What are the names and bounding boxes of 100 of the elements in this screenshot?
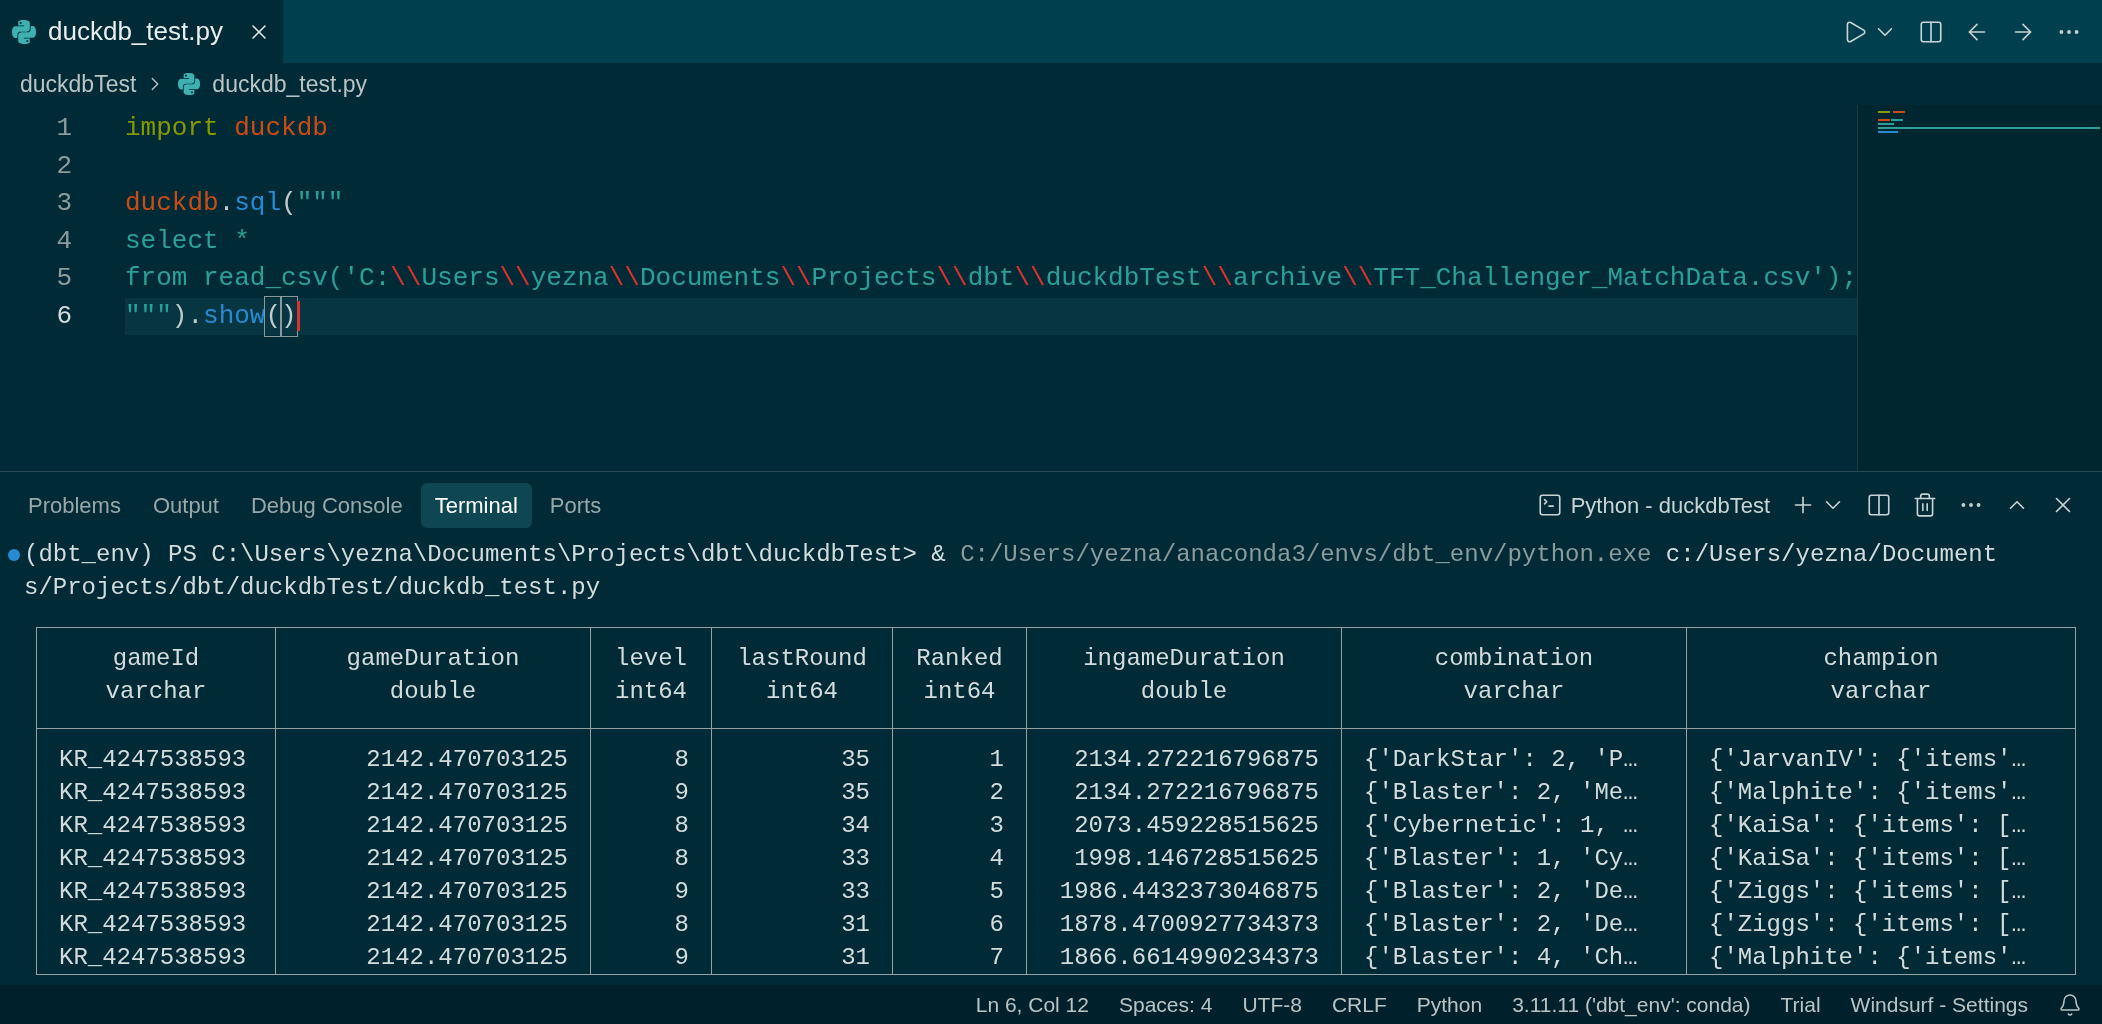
table-cell: 2142.470703125: [366, 778, 568, 806]
table-cell: 5: [989, 877, 1004, 905]
panel-tab[interactable]: Ports: [535, 482, 616, 528]
table-cell: KR_4247538593: [59, 811, 247, 839]
table-cell: {'Ziggs': {'items': […: [1709, 877, 2026, 905]
status-item[interactable]: Ln 6, Col 12: [975, 988, 1089, 1021]
table-cell: {'Blaster': 2, 'De…: [1364, 910, 1638, 938]
python-icon: [12, 19, 36, 44]
panel-tab[interactable]: Debug Console: [236, 482, 417, 528]
panel-tab[interactable]: Output: [138, 482, 233, 528]
table-cell: 1878.4700927734373: [1059, 910, 1319, 938]
table-cell: {'Blaster': 4, 'Ch…: [1364, 943, 1638, 971]
column-type: varchar: [104, 677, 208, 707]
table-cell: KR_4247538593: [59, 844, 247, 872]
table-cell: 8: [674, 910, 689, 938]
panel-tab[interactable]: Terminal: [420, 482, 532, 528]
status-item[interactable]: UTF-8: [1242, 988, 1302, 1021]
column-name: Ranked: [915, 644, 1004, 674]
table-cell: {'Malphite': {'items'…: [1709, 943, 2026, 971]
column-type: int64: [614, 677, 688, 707]
table-cell: 1: [989, 745, 1004, 773]
bell-icon[interactable]: [2058, 992, 2082, 1017]
column-name: champion: [1822, 644, 1940, 674]
table-cell: KR_4247538593: [59, 877, 247, 905]
table-cell: {'Blaster': 2, 'Me…: [1364, 778, 1638, 806]
column-name: lastRound: [736, 644, 868, 674]
column-type: int64: [922, 677, 997, 707]
code-line: import duckdb: [125, 112, 329, 146]
table-cell: 8: [674, 811, 689, 839]
table-cell: 2134.272216796875: [1074, 778, 1319, 806]
table-cell: KR_4247538593: [59, 778, 247, 806]
column-type: varchar: [1462, 677, 1566, 707]
table-cell: 1866.6614990234373: [1059, 943, 1319, 971]
column-type: varchar: [1829, 677, 1933, 707]
column-name: gameId: [111, 644, 201, 674]
table-cell: 7: [989, 943, 1004, 971]
split-terminal-icon[interactable]: [1866, 492, 1892, 518]
table-cell: {'JarvanIV': {'items'…: [1709, 745, 2026, 773]
status-item[interactable]: 3.11.11 ('dbt_env': conda): [1512, 988, 1751, 1021]
table-cell: 9: [674, 943, 689, 971]
status-item[interactable]: Trial: [1780, 988, 1821, 1021]
status-item[interactable]: Python: [1416, 988, 1483, 1021]
column-type: int64: [765, 677, 839, 707]
table-cell: 2142.470703125: [366, 877, 568, 905]
python-icon: [178, 73, 201, 95]
code-line: select *: [125, 224, 251, 258]
table-cell: {'KaiSa': {'items': […: [1709, 811, 2026, 839]
table-cell: {'Blaster': 1, 'Cy…: [1364, 844, 1638, 872]
table-cell: 33: [841, 877, 870, 905]
table-cell: 2134.272216796875: [1074, 745, 1319, 773]
split-editor-icon[interactable]: [1918, 18, 1944, 45]
table-cell: 33: [841, 844, 870, 872]
table-cell: 6: [989, 910, 1004, 938]
status-item[interactable]: CRLF: [1331, 988, 1387, 1021]
breadcrumb-item[interactable]: duckdbTest: [20, 66, 137, 102]
trash-icon[interactable]: [1912, 492, 1938, 518]
table-cell: {'KaiSa': {'items': […: [1709, 844, 2026, 872]
status-item[interactable]: Windsurf - Settings: [1850, 988, 2028, 1021]
table-cell: 2: [989, 778, 1004, 806]
editor-tab[interactable]: duckdb_test.py: [0, 0, 283, 63]
table-cell: {'DarkStar': 2, 'P…: [1364, 745, 1638, 773]
table-cell: 35: [841, 745, 870, 773]
column-name: level: [614, 644, 688, 674]
table-cell: KR_4247538593: [59, 910, 247, 938]
table-cell: 8: [674, 844, 689, 872]
table-cell: 2073.459228515625: [1074, 811, 1319, 839]
code-line: duckdb.sql(""": [125, 187, 345, 221]
table-cell: {'Malphite': {'items'…: [1709, 778, 2026, 806]
column-name: combination: [1433, 644, 1595, 674]
terminal-line: (dbt_env) PS C:\Users\yezna\Documents\Projects\dbt\duckdbTest> & C:/Users/yezna/anaconda3/envs/dbt_env/python.exe c:/Users/yezna/Document: [24, 539, 1998, 570]
code-line: from read_csv('C:\\Users\\yezna\\Documents\\Projects\\dbt\\duckdbTest\\archive\\TFT_Challenger_MatchData.csv');: [125, 262, 1858, 296]
table-cell: 8: [674, 745, 689, 773]
line-number: 2: [55, 149, 72, 183]
table-cell: 31: [841, 910, 870, 938]
panel-tab[interactable]: Problems: [14, 482, 135, 528]
line-number: 6: [55, 299, 72, 333]
table-cell: 1986.4432373046875: [1059, 877, 1319, 905]
table-cell: 2142.470703125: [366, 943, 568, 971]
table-cell: 1998.146728515625: [1074, 844, 1319, 872]
terminal-selector[interactable]: Python - duckdbTest: [1536, 488, 1770, 522]
table-cell: 4: [989, 844, 1004, 872]
table-cell: 2142.470703125: [366, 811, 568, 839]
column-name: ingameDuration: [1082, 644, 1286, 674]
status-item[interactable]: Spaces: 4: [1119, 988, 1213, 1021]
table-cell: 2142.470703125: [366, 844, 568, 872]
text-cursor: [296, 301, 300, 332]
table-cell: 2142.470703125: [366, 910, 568, 938]
terminal-icon: [1536, 492, 1563, 518]
line-number: 5: [55, 262, 72, 296]
table-cell: 9: [674, 778, 689, 806]
table-cell: 35: [841, 778, 870, 806]
table-cell: 9: [674, 877, 689, 905]
table-cell: 3: [989, 811, 1004, 839]
terminal-line: s/Projects/dbt/duckdbTest/duckdb_test.py: [24, 572, 601, 603]
table-cell: {'Blaster': 2, 'De…: [1364, 877, 1638, 905]
table-cell: {'Ziggs': {'items': […: [1709, 910, 2026, 938]
line-number: 1: [55, 112, 72, 146]
table-cell: 34: [841, 811, 870, 839]
breadcrumb-item[interactable]: duckdb_test.py: [212, 66, 368, 102]
column-type: double: [388, 677, 478, 707]
